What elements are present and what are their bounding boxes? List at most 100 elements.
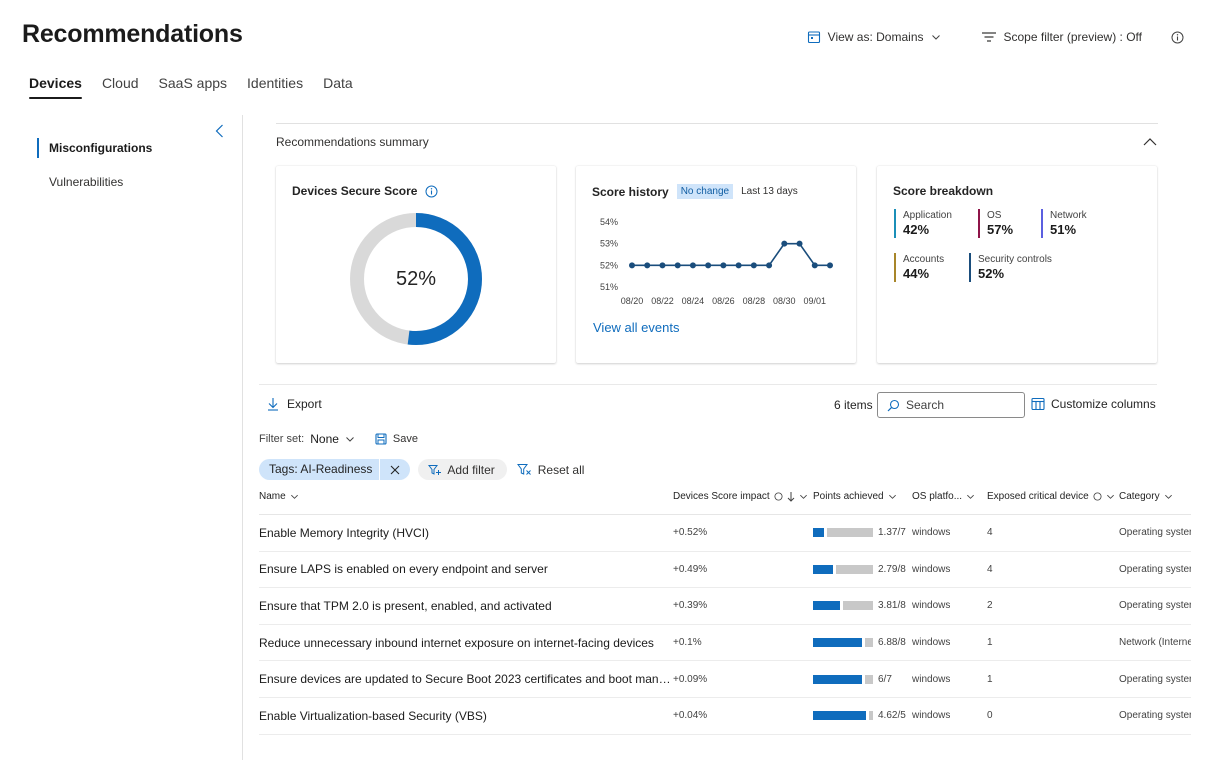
tag-filter-label: Tags: AI-Readiness [259,459,381,480]
row-name-text: Ensure devices are updated to Secure Boo… [259,672,671,687]
search-input[interactable]: Search [877,392,1025,418]
y-tick-label: 51% [600,282,618,292]
breakdown-application: Application 42% [894,209,952,238]
info-icon[interactable] [425,185,438,198]
remove-tag-button[interactable] [380,459,410,480]
breakdown-label: Network [1050,210,1087,221]
reset-all-button[interactable]: Reset all [516,463,584,477]
column-header-os[interactable]: OS platfo... [912,491,975,502]
row-name[interactable]: Reduce unnecessary inbound internet expo… [259,625,671,661]
row-name-text: Enable Memory Integrity (HVCI) [259,525,430,540]
score-point[interactable] [674,262,681,269]
chevron-down-icon [799,494,807,499]
table-row[interactable]: Ensure LAPS is enabled on every endpoint… [259,552,1191,589]
save-filter-button[interactable]: Save [375,433,418,445]
breakdown-value: 52% [978,266,1005,281]
breakdown-value: 51% [1050,222,1077,237]
score-point[interactable] [629,262,635,269]
score-point[interactable] [781,240,788,247]
y-tick-label: 53% [600,239,618,249]
row-name[interactable]: Ensure devices are updated to Secure Boo… [259,661,671,697]
export-button[interactable]: Export [267,397,322,411]
column-header-exposed[interactable]: Exposed critical device [987,491,1115,502]
row-name-text: Enable Virtualization-based Security (VB… [259,708,487,723]
table-row[interactable]: Reduce unnecessary inbound internet expo… [259,625,1191,662]
filter-set-dropdown[interactable]: None [310,432,339,446]
chevron-down-icon[interactable] [345,434,355,444]
row-points: 3.81/8 [813,588,911,624]
score-point[interactable] [796,240,803,247]
sidebar-item-vulnerabilities[interactable]: Vulnerabilities [37,173,123,191]
score-history-chart: 54% 53% 52% 51%08/20 08/22 08/24 08/26 08/28 08/… [600,217,833,306]
table-row[interactable]: Enable Memory Integrity (HVCI) +0.52% 1.… [259,515,1191,552]
score-point[interactable] [705,262,712,269]
scope-filter-button[interactable]: Scope filter (preview) : Off [981,30,1185,44]
row-name[interactable]: Enable Memory Integrity (HVCI) [259,515,671,551]
score-point[interactable] [750,262,757,269]
add-filter-button[interactable]: Add filter [418,459,507,480]
tab-saas-apps[interactable]: SaaS apps [159,75,228,97]
table-row[interactable]: Ensure that TPM 2.0 is present, enabled,… [259,588,1191,625]
column-header-category[interactable]: Category [1119,491,1173,502]
sidebar-item-misconfigurations[interactable]: Misconfigurations [37,138,152,158]
row-exposed: 2 [987,600,993,612]
score-point[interactable] [689,262,696,269]
view-as-dropdown[interactable]: View as: Domains [807,30,941,44]
download-icon [268,398,278,411]
row-os: windows [912,710,951,722]
tab-identities[interactable]: Identities [247,75,303,97]
y-tick-label: 52% [600,260,618,270]
save-icon [375,433,387,445]
score-point[interactable] [827,262,833,269]
row-name-text: Reduce unnecessary inbound internet expo… [259,635,654,650]
breakdown-value: 44% [903,266,930,281]
chevron-left-icon[interactable] [213,123,227,139]
x-tick-label: 08/24 [682,296,705,306]
sort-descending-icon [787,492,795,502]
score-breakdown-card: Score breakdown Application 42% OS 57% N… [877,166,1157,363]
row-os: windows [912,673,951,685]
score-line [632,242,830,267]
view-all-events-link[interactable]: View all events [593,320,679,335]
chevron-down-icon [290,494,298,499]
secure-score-title: Devices Secure Score [292,184,418,198]
items-count: 6 items [834,398,873,412]
score-point[interactable] [766,262,773,269]
tag-filter-pill[interactable]: Tags: AI-Readiness [259,459,411,480]
export-label: Export [287,397,322,411]
points-bar-remainder [843,601,873,611]
customize-columns-button[interactable]: Customize columns [1031,397,1156,411]
column-header-name[interactable]: Name [259,491,299,502]
side-nav: Misconfigurations Vulnerabilities [0,115,243,760]
score-point[interactable] [644,262,651,269]
row-name[interactable]: Ensure that TPM 2.0 is present, enabled,… [259,588,671,624]
save-label: Save [392,433,418,445]
tab-data[interactable]: Data [323,75,353,97]
info-icon[interactable] [1171,31,1184,44]
row-name[interactable]: Ensure LAPS is enabled on every endpoint… [259,552,671,588]
breakdown-os: OS 57% [978,209,1013,238]
row-os: windows [912,600,951,612]
score-point[interactable] [659,262,666,269]
score-point[interactable] [720,262,727,269]
score-point[interactable] [811,262,818,269]
table-row[interactable]: Enable Virtualization-based Security (VB… [259,698,1191,735]
summary-header[interactable]: Recommendations summary [276,123,1158,159]
tab-cloud[interactable]: Cloud [102,75,139,97]
x-tick-label: 08/22 [651,296,674,306]
row-name[interactable]: Enable Virtualization-based Security (VB… [259,698,671,734]
view-as-label: View as: Domains [827,30,924,44]
column-header-label: Devices Score impact [673,491,770,502]
column-header-points[interactable]: Points achieved [813,491,897,502]
table-row[interactable]: Ensure devices are updated to Secure Boo… [259,661,1191,698]
row-exposed: 4 [987,563,993,575]
chevron-up-icon[interactable] [1142,137,1158,147]
row-points: 6/7 [813,661,911,697]
points-bar-fill [813,528,824,538]
tab-devices[interactable]: Devices [29,75,82,99]
add-filter-icon [428,464,442,475]
table-toolbar: Export 6 items Search Customize columns [259,384,1157,422]
row-exposed: 0 [987,710,993,722]
column-header-impact[interactable]: Devices Score impact [673,491,808,502]
score-point[interactable] [735,262,742,269]
